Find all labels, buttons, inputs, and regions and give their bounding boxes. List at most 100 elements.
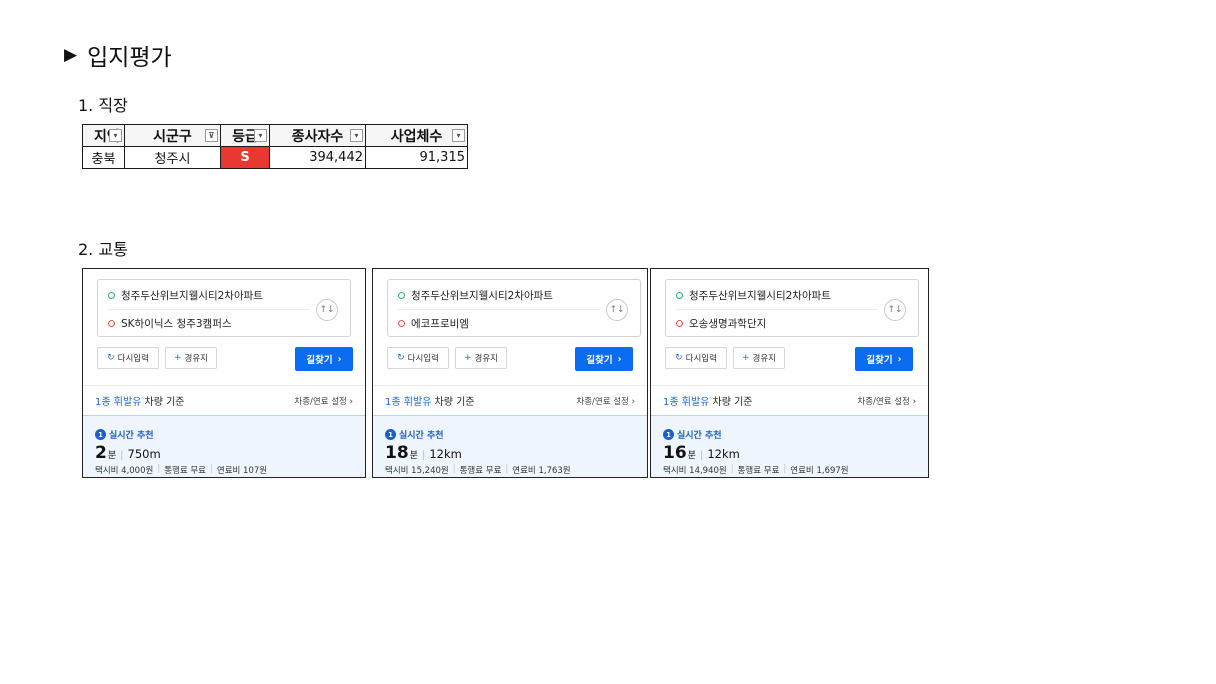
cell-city: 청주시 xyxy=(124,146,221,169)
route-result: 1 실시간 추천 18 분 | 12km 택시비 15,240원 | 통행료 무료 | … xyxy=(373,415,647,477)
filter-dropdown-icon[interactable]: ▾ xyxy=(350,129,363,142)
rank-badge-icon: 1 xyxy=(385,429,396,440)
table-header-row: 지역 ▾ 시군구 ⊽ 등급 ▾ 종사자수 ▾ 사업체수 ▾ xyxy=(82,124,468,147)
travel-time: 2 xyxy=(95,443,107,463)
toll-fee: 통행료 무료 xyxy=(164,466,207,476)
fuel-cost: 연료비 107원 xyxy=(216,466,268,476)
action-row: ↻ 다시입력 + 경유지 길찾기 › xyxy=(97,347,353,371)
taxi-fare: 택시비 15,240원 xyxy=(385,466,449,476)
vehicle-option-row: 1종 휘발유 차량 기준 차종/연료 설정 › xyxy=(373,385,647,415)
vehicle-settings-link[interactable]: 차종/연료 설정 › xyxy=(576,395,635,407)
recommend-badge: 1 실시간 추천 xyxy=(663,428,916,441)
rank-badge-icon: 1 xyxy=(95,429,106,440)
destination-text: SK하이닉스 청주3캠퍼스 xyxy=(121,317,232,330)
add-waypoint-button[interactable]: + 경유지 xyxy=(165,347,217,369)
subsection-workplace: 1. 직장 xyxy=(78,96,128,115)
chevron-right-icon: › xyxy=(912,396,916,407)
cell-region: 충북 xyxy=(82,146,125,169)
fuel-cost: 연료비 1,763원 xyxy=(512,466,571,476)
origin-field[interactable]: 청주두산위브지웰시티2차아파트 xyxy=(676,282,831,308)
plus-icon: + xyxy=(173,353,182,363)
find-route-button[interactable]: 길찾기 › xyxy=(855,347,913,371)
travel-summary: 18 분 | 12km xyxy=(385,443,462,463)
origin-field[interactable]: 청주두산위브지웰시티2차아파트 xyxy=(398,282,553,308)
section-title: ▶ 입지평가 xyxy=(64,38,172,72)
add-waypoint-button[interactable]: + 경유지 xyxy=(733,347,785,369)
destination-text: 에코프로비엠 xyxy=(411,317,469,330)
travel-summary: 2분 | 750m xyxy=(95,443,161,463)
cell-employees: 394,442 xyxy=(269,146,366,169)
route-result: 1 실시간 추천 2분 | 750m 택시비 4,000원 | 통행료 무료 | 연료… xyxy=(83,415,365,477)
chevron-right-icon: › xyxy=(337,353,342,365)
route-card: 청주두산위브지웰시티2차아파트 오송생명과학단지 ↑↓ ↻ 다시입력 + 경유지 길… xyxy=(650,268,929,478)
chevron-right-icon: › xyxy=(617,353,622,365)
vehicle-basis: 1종 휘발유 차량 기준 xyxy=(663,397,753,408)
route-input-box: 청주두산위브지웰시티2차아파트 에코프로비엠 ↑↓ xyxy=(387,279,641,337)
filter-dropdown-icon[interactable]: ▾ xyxy=(452,129,465,142)
taxi-fare: 택시비 14,940원 xyxy=(663,466,727,476)
vehicle-basis: 1종 휘발유 차량 기준 xyxy=(95,397,185,408)
cell-grade: S xyxy=(220,146,270,169)
find-route-button[interactable]: 길찾기 › xyxy=(295,347,353,371)
origin-text: 청주두산위브지웰시티2차아파트 xyxy=(689,289,831,302)
travel-distance: 12km xyxy=(707,447,740,461)
chevron-right-icon: › xyxy=(631,396,635,407)
destination-field[interactable]: 오송생명과학단지 xyxy=(676,310,766,336)
travel-distance: 12km xyxy=(429,447,462,461)
header-grade: 등급 ▾ xyxy=(220,124,270,147)
reset-button[interactable]: ↻ 다시입력 xyxy=(97,347,159,369)
chevron-right-icon: › xyxy=(349,396,353,407)
chevron-right-icon: › xyxy=(897,353,902,365)
refresh-icon: ↻ xyxy=(107,353,115,363)
swap-route-icon[interactable]: ↑↓ xyxy=(606,299,628,321)
destination-field[interactable]: 에코프로비엠 xyxy=(398,310,469,336)
swap-route-icon[interactable]: ↑↓ xyxy=(316,299,338,321)
toll-fee: 통행료 무료 xyxy=(459,466,502,476)
vehicle-settings-link[interactable]: 차종/연료 설정 › xyxy=(857,395,916,407)
route-input-box: 청주두산위브지웰시티2차아파트 SK하이닉스 청주3캠퍼스 ↑↓ xyxy=(97,279,351,337)
find-route-button[interactable]: 길찾기 › xyxy=(575,347,633,371)
fuel-cost: 연료비 1,697원 xyxy=(790,466,849,476)
refresh-icon: ↻ xyxy=(675,353,683,363)
refresh-icon: ↻ xyxy=(397,353,405,363)
origin-dot-icon xyxy=(676,291,683,299)
reset-button[interactable]: ↻ 다시입력 xyxy=(665,347,727,369)
route-input-box: 청주두산위브지웰시티2차아파트 오송생명과학단지 ↑↓ xyxy=(665,279,919,337)
origin-field[interactable]: 청주두산위브지웰시티2차아파트 xyxy=(108,282,263,308)
destination-dot-icon xyxy=(676,319,683,327)
add-waypoint-button[interactable]: + 경유지 xyxy=(455,347,507,369)
header-city: 시군구 ⊽ xyxy=(124,124,221,147)
cell-businesses: 91,315 xyxy=(365,146,468,169)
header-employees: 종사자수 ▾ xyxy=(269,124,366,147)
destination-field[interactable]: SK하이닉스 청주3캠퍼스 xyxy=(108,310,232,336)
cost-summary: 택시비 15,240원 | 통행료 무료 | 연료비 1,763원 xyxy=(385,464,571,476)
workplace-table: 지역 ▾ 시군구 ⊽ 등급 ▾ 종사자수 ▾ 사업체수 ▾ 충북 청주시 S 394,44… xyxy=(82,124,468,169)
header-businesses: 사업체수 ▾ xyxy=(365,124,468,147)
travel-time: 18 xyxy=(385,443,409,463)
filter-dropdown-icon[interactable]: ▾ xyxy=(254,129,267,142)
vehicle-option-row: 1종 휘발유 차량 기준 차종/연료 설정 › xyxy=(83,385,365,415)
recommend-badge: 1 실시간 추천 xyxy=(95,428,353,441)
origin-dot-icon xyxy=(108,291,115,299)
filter-dropdown-icon[interactable]: ▾ xyxy=(109,129,122,142)
origin-dot-icon xyxy=(398,291,405,299)
cost-summary: 택시비 4,000원 | 통행료 무료 | 연료비 107원 xyxy=(95,464,268,476)
travel-summary: 16 분 | 12km xyxy=(663,443,740,463)
vehicle-settings-link[interactable]: 차종/연료 설정 › xyxy=(294,395,353,407)
plus-icon: + xyxy=(463,353,472,363)
toll-fee: 통행료 무료 xyxy=(737,466,780,476)
triangle-bullet-icon: ▶ xyxy=(64,45,78,65)
filter-active-icon[interactable]: ⊽ xyxy=(205,129,218,142)
section-title-text: 입지평가 xyxy=(87,45,172,71)
plus-icon: + xyxy=(741,353,750,363)
reset-button[interactable]: ↻ 다시입력 xyxy=(387,347,449,369)
route-result: 1 실시간 추천 16 분 | 12km 택시비 14,940원 | 통행료 무료 | … xyxy=(651,415,928,477)
swap-route-icon[interactable]: ↑↓ xyxy=(884,299,906,321)
travel-distance: 750m xyxy=(127,447,161,461)
table-row: 충북 청주시 S 394,442 91,315 xyxy=(82,146,468,169)
action-row: ↻ 다시입력 + 경유지 길찾기 › xyxy=(665,347,913,371)
taxi-fare: 택시비 4,000원 xyxy=(95,466,154,476)
destination-dot-icon xyxy=(398,319,405,327)
rank-badge-icon: 1 xyxy=(663,429,674,440)
header-region: 지역 ▾ xyxy=(82,124,125,147)
